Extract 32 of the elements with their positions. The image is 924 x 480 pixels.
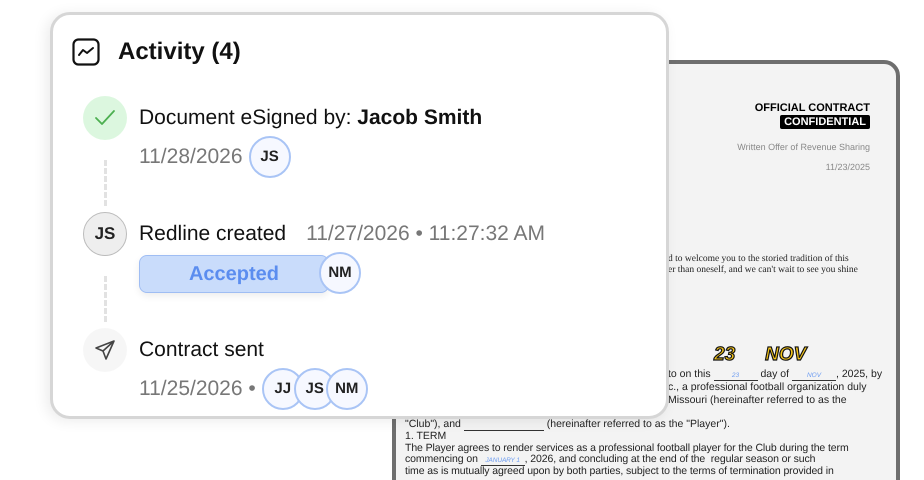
- document-subtitle: Written Offer of Revenue Sharing: [737, 141, 870, 154]
- user-avatar: NM: [319, 252, 361, 294]
- document-heading: OFFICIAL CONTRACT: [754, 102, 870, 115]
- user-avatar: JS: [248, 136, 291, 178]
- document-text: , 2026, and concluding at the end of the regular season or such: [524, 454, 816, 466]
- activity-chart-icon: [72, 38, 100, 66]
- paper-plane-icon: [83, 328, 127, 372]
- document-text: time as is mutually agreed upon by both parties, subject to the terms of termination provided in: [405, 466, 834, 477]
- event-date: 11/28/2026: [139, 144, 243, 170]
- user-avatar: NM: [326, 368, 368, 410]
- stamped-date-text: 23: [714, 344, 736, 366]
- document-text: to on this: [668, 368, 712, 381]
- document-date: 11/23/2025: [826, 160, 870, 174]
- event-date: 11/27/2026 • 11:27:32 AM: [306, 221, 546, 248]
- stamped-date-text: NOV: [765, 344, 806, 366]
- event-title: Redline created: [139, 221, 286, 248]
- confidential-label: CONFIDENTIAL: [780, 115, 870, 129]
- user-avatar: JS: [83, 212, 127, 256]
- section-heading: 1. TERM: [405, 431, 446, 442]
- document-text: day of: [759, 368, 790, 381]
- activity-title: Activity (4): [118, 37, 241, 67]
- event-title: Document eSigned by: Jacob Smith: [139, 105, 482, 132]
- status-badge: Accepted: [139, 255, 329, 293]
- document-text: commencing on: [405, 454, 478, 466]
- document-text: , 2025, by: [836, 368, 882, 381]
- document-text: (hereinafter referred to as the "Player").: [546, 418, 730, 431]
- event-date: 11/25/2026 •: [139, 376, 256, 402]
- event-title: Contract sent: [139, 337, 264, 364]
- document-text: Missouri (hereinafter referred to as the: [668, 394, 847, 407]
- document-text: The Player agrees to render services as a professional football player for the Club during the term: [405, 442, 849, 454]
- check-icon: [83, 96, 127, 140]
- document-text: "Club"), and: [405, 418, 462, 431]
